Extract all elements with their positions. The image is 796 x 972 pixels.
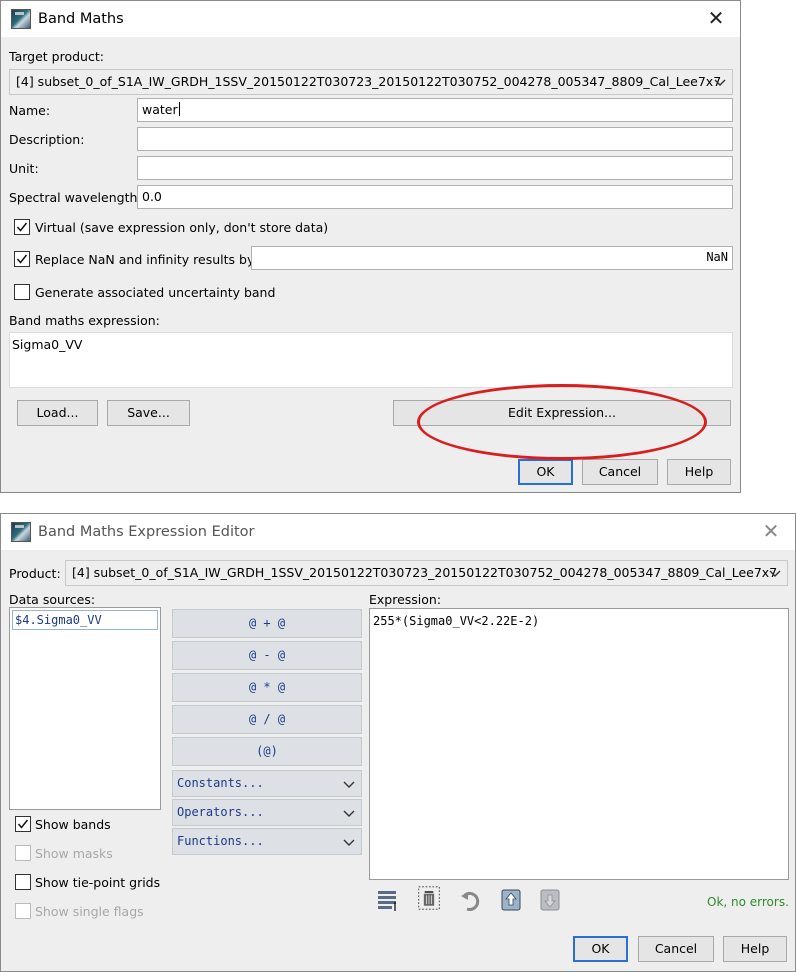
edit-expression-button[interactable]: Edit Expression... [393, 400, 731, 426]
replace-nan-input[interactable]: NaN [251, 246, 733, 270]
constants-dropdown[interactable]: Constants... [172, 770, 362, 797]
ok-button[interactable]: OK [518, 459, 573, 485]
help-button[interactable]: Help [667, 459, 731, 485]
export-icon[interactable] [538, 888, 562, 912]
show-tiepoint-label: Show tie-point grids [35, 875, 161, 890]
replace-nan-checkbox[interactable] [14, 251, 30, 267]
show-masks-checkbox[interactable] [15, 845, 31, 861]
functions-dropdown[interactable]: Functions... [172, 828, 362, 855]
data-sources-list[interactable]: $4.Sigma0_VV [9, 607, 161, 810]
status-text: Ok, no errors. [707, 895, 789, 909]
snap-app-icon [11, 522, 31, 542]
expression-editor-dialog: Band Maths Expression Editor ✕ Product: … [0, 513, 796, 972]
uncertainty-checkbox[interactable] [14, 284, 30, 300]
replace-nan-label: Replace NaN and infinity results by [35, 252, 255, 267]
show-bands-label: Show bands [35, 817, 111, 832]
show-flags-label: Show single flags [35, 904, 144, 919]
spectral-wavelength-input[interactable]: 0.0 [137, 185, 733, 209]
virtual-checkbox[interactable] [14, 219, 30, 235]
show-tiepoint-checkbox[interactable] [15, 874, 31, 890]
dialog-title: Band Maths [38, 11, 124, 27]
chevron-down-icon [343, 781, 355, 788]
chevron-down-icon [343, 810, 355, 817]
import-icon[interactable] [499, 888, 523, 912]
constants-label: Constants... [177, 776, 264, 790]
name-value: water [142, 102, 178, 117]
cancel-button[interactable]: Cancel [582, 459, 658, 485]
show-bands-checkbox[interactable] [15, 816, 31, 832]
checkmark-icon [17, 819, 29, 829]
data-source-item[interactable]: $4.Sigma0_VV [12, 610, 158, 630]
checkmark-icon [16, 254, 28, 264]
snap-app-icon [11, 9, 31, 29]
chevron-down-icon [769, 570, 781, 577]
target-product-select[interactable]: [4] subset_0_of_S1A_IW_GRDH_1SSV_2015012… [9, 69, 733, 95]
text-caret [178, 102, 180, 116]
multiply-operator-button[interactable]: @ * @ [172, 673, 362, 702]
ok-button[interactable]: OK [573, 936, 628, 962]
show-flags-checkbox[interactable] [15, 903, 31, 919]
load-button[interactable]: Load... [17, 400, 98, 426]
chevron-down-icon [343, 839, 355, 846]
expression-textarea[interactable]: Sigma0_VV [9, 332, 733, 388]
undo-icon[interactable] [459, 890, 483, 914]
functions-label: Functions... [177, 834, 264, 848]
close-icon[interactable]: ✕ [759, 520, 783, 544]
checkmark-icon [16, 222, 28, 232]
cancel-button[interactable]: Cancel [638, 936, 714, 962]
spectral-wavelength-label: Spectral wavelength: [9, 190, 142, 205]
dialog-title: Band Maths Expression Editor [38, 524, 255, 540]
unit-label: Unit: [9, 161, 39, 176]
subtract-operator-button[interactable]: @ - @ [172, 641, 362, 670]
operators-dropdown[interactable]: Operators... [172, 799, 362, 826]
close-icon[interactable]: ✕ [704, 7, 728, 31]
help-button[interactable]: Help [723, 936, 787, 962]
product-value: [4] subset_0_of_S1A_IW_GRDH_1SSV_2015012… [72, 565, 778, 580]
unit-input[interactable] [137, 156, 733, 180]
target-product-label: Target product: [9, 49, 104, 64]
name-label: Name: [9, 103, 51, 118]
show-masks-label: Show masks [35, 846, 113, 861]
data-sources-label: Data sources: [9, 592, 96, 607]
product-select[interactable]: [4] subset_0_of_S1A_IW_GRDH_1SSV_2015012… [65, 560, 788, 586]
divide-operator-button[interactable]: @ / @ [172, 705, 362, 734]
target-product-value: [4] subset_0_of_S1A_IW_GRDH_1SSV_2015012… [16, 74, 722, 89]
description-label: Description: [9, 132, 85, 147]
delete-icon[interactable] [417, 886, 441, 910]
title-bar: Band Maths ✕ [1, 1, 740, 37]
description-input[interactable] [137, 127, 733, 151]
expression-textarea[interactable]: 255*(Sigma0_VV<2.22E-2) [369, 608, 789, 880]
expression-label: Expression: [369, 592, 442, 607]
add-operator-button[interactable]: @ + @ [172, 609, 362, 638]
virtual-label: Virtual (save expression only, don't sto… [35, 220, 329, 235]
expression-label: Band maths expression: [9, 313, 160, 328]
band-maths-dialog: Band Maths ✕ Target product: [4] subset_… [0, 0, 741, 493]
operators-label: Operators... [177, 805, 264, 819]
parentheses-button[interactable]: (@) [172, 737, 362, 766]
save-button[interactable]: Save... [107, 400, 190, 426]
name-input[interactable]: water [137, 98, 733, 122]
uncertainty-label: Generate associated uncertainty band [35, 285, 276, 300]
history-icon[interactable] [376, 888, 400, 912]
chevron-down-icon [714, 79, 726, 86]
product-label: Product: [9, 566, 61, 581]
title-bar: Band Maths Expression Editor ✕ [1, 514, 795, 550]
